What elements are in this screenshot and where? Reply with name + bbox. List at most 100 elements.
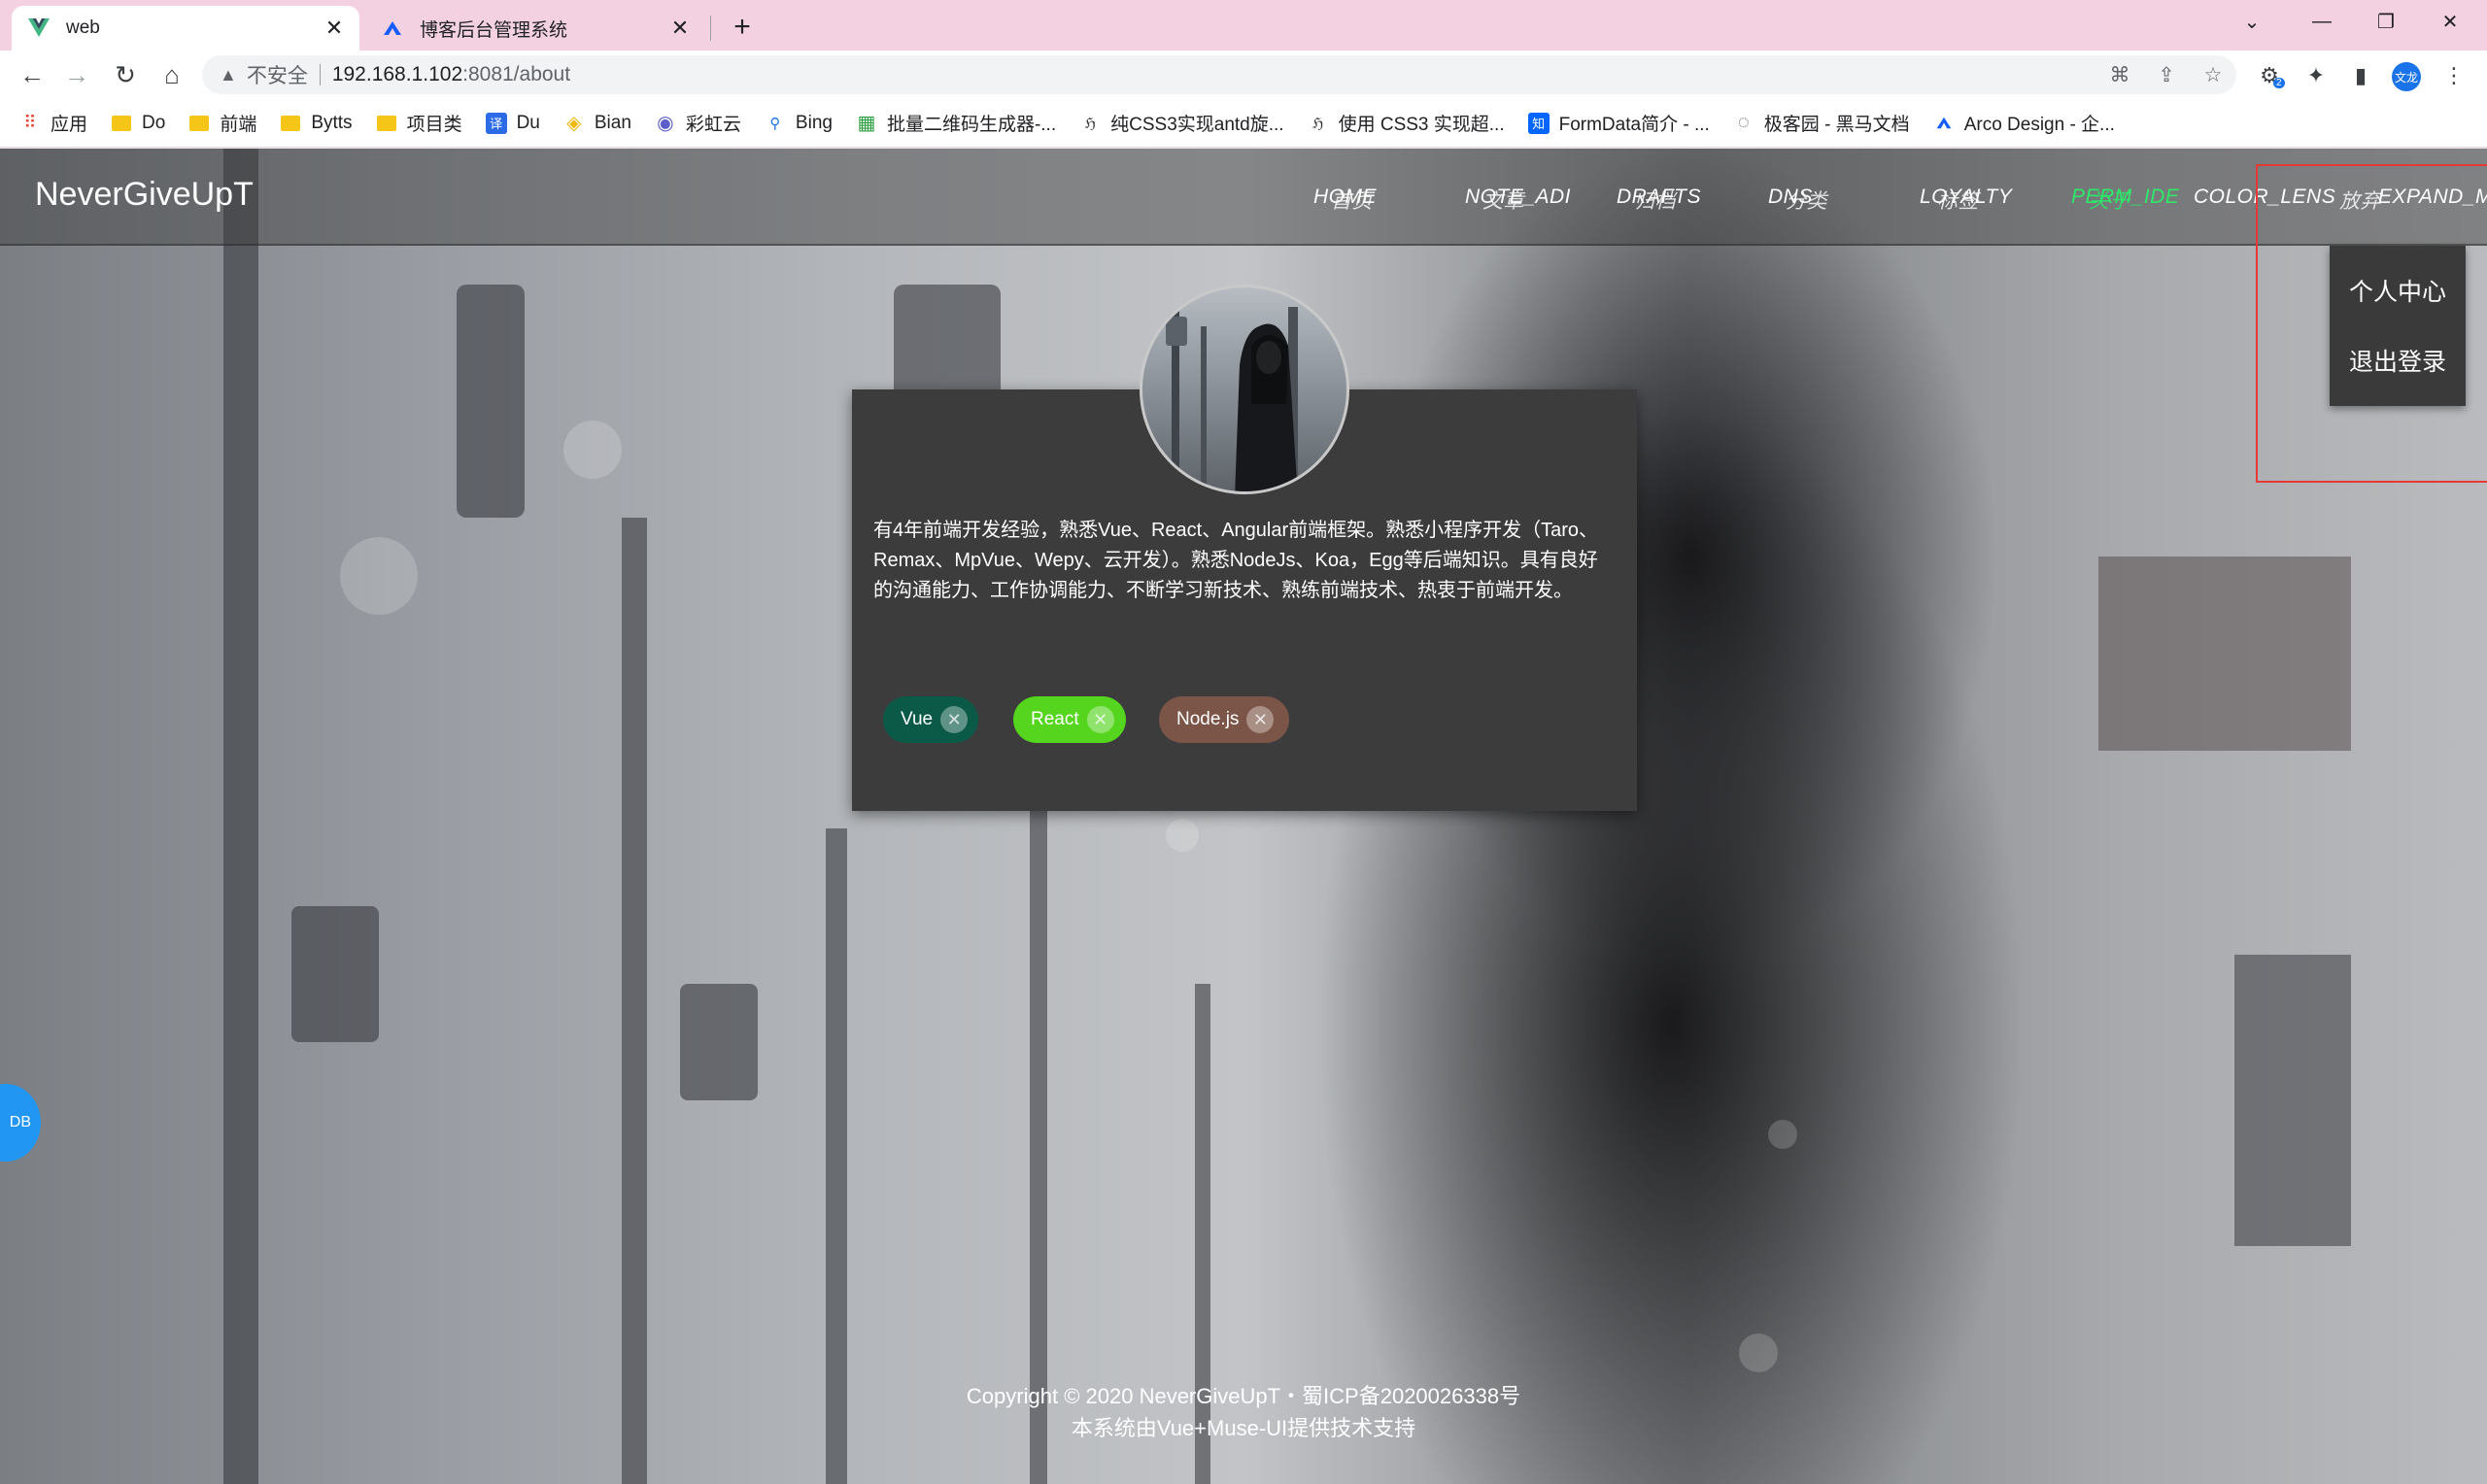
menu-item-logout[interactable]: 退出登录 bbox=[2330, 325, 2466, 395]
chip-delete-icon[interactable]: ✕ bbox=[1246, 706, 1275, 733]
profile-avatar bbox=[1140, 285, 1349, 494]
tab-title: 博客后台管理系统 bbox=[420, 19, 568, 41]
nav-about[interactable]: PERM_IDE 关于 bbox=[2071, 186, 2179, 213]
chip-delete-icon[interactable]: ✕ bbox=[940, 706, 969, 733]
translate-icon[interactable]: ⌘ bbox=[2096, 63, 2143, 87]
bookmark-css3-super[interactable]: ℌ 使用 CSS3 实现超... bbox=[1308, 110, 1505, 136]
bookmark-label: 彩虹云 bbox=[685, 115, 741, 135]
app-header: NeverGiveUpT HOME 首页 NOTE_ADI 文章 DRAFTS 归档 … bbox=[0, 149, 2487, 483]
tab-search-icon[interactable]: ⌄ bbox=[2221, 0, 2283, 43]
bookmark-label: 批量二维码生成器-... bbox=[886, 115, 1057, 135]
bookmark-label: 前端 bbox=[220, 115, 257, 135]
home-icon[interactable]: ⌂ bbox=[153, 56, 190, 93]
forward-icon[interactable]: → bbox=[58, 56, 95, 93]
tab-web[interactable]: web ✕ bbox=[12, 6, 359, 51]
rainbow-cloud-icon: ◉ bbox=[657, 113, 674, 134]
bookmark-arco[interactable]: Arco Design - 企... bbox=[1933, 110, 2115, 136]
page-viewport: NeverGiveUpT HOME 首页 NOTE_ADI 文章 DRAFTS 归档 … bbox=[0, 149, 2487, 1484]
tag-chip-nodejs[interactable]: Node.js ✕ bbox=[1159, 696, 1289, 743]
menu-item-profile[interactable]: 个人中心 bbox=[2330, 255, 2466, 325]
bookmark-geek[interactable]: ◌ 极客园 - 黑马文档 bbox=[1733, 110, 1910, 136]
nav-loyalty[interactable]: LOYALTY 标签 bbox=[1920, 186, 2012, 213]
browser-tab-bar: web ✕ 博客后台管理系统 ✕ + ⌄ — ❐ ✕ bbox=[0, 0, 2487, 51]
site-footer: Copyright © 2020 NeverGiveUpT・蜀ICP备20200… bbox=[0, 1380, 2487, 1444]
arco-icon bbox=[1933, 113, 1955, 134]
tag-chip-vue[interactable]: Vue ✕ bbox=[883, 696, 978, 743]
close-icon[interactable]: ✕ bbox=[666, 15, 694, 42]
bookmark-rainbow[interactable]: ◉ 彩虹云 bbox=[655, 110, 741, 136]
browser-toolbar: ← → ↻ ⌂ ▲ 不安全 192.168.1.102 :8081/about … bbox=[0, 51, 2487, 99]
bookmark-label: 极客园 - 黑马文档 bbox=[1763, 115, 1910, 135]
bookmark-label: Bian bbox=[594, 112, 631, 133]
binance-icon: ◈ bbox=[566, 113, 582, 134]
profile-avatar-icon[interactable]: 文龙 bbox=[2392, 62, 2421, 91]
back-icon[interactable]: ← bbox=[14, 56, 51, 93]
apps-grid-icon: ⠿ bbox=[23, 113, 37, 132]
more-menu-icon[interactable]: ⋮ bbox=[2438, 60, 2470, 91]
bookmark-frontend[interactable]: 前端 bbox=[188, 110, 256, 136]
bookmark-apps[interactable]: ⠿ 应用 bbox=[19, 110, 87, 136]
new-tab-icon[interactable]: + bbox=[725, 10, 760, 45]
extension-badge: 2 bbox=[2273, 78, 2285, 88]
bookmark-label: 应用 bbox=[51, 115, 88, 135]
chip-delete-icon[interactable]: ✕ bbox=[1086, 706, 1114, 733]
copyright-text: Copyright © 2020 NeverGiveUpT・蜀ICP备20200… bbox=[966, 1384, 1521, 1408]
user-dropdown-menu: 个人中心 退出登录 bbox=[2330, 246, 2466, 406]
tab-title: web bbox=[66, 17, 100, 38]
address-bar[interactable]: ▲ 不安全 192.168.1.102 :8081/about ⌘ ⇪ ☆ bbox=[202, 55, 2236, 94]
close-icon[interactable]: ✕ bbox=[321, 15, 348, 42]
tag-label: Node.js bbox=[1176, 709, 1240, 729]
bookmark-css3-antd[interactable]: ℌ 纯CSS3实现antd旋... bbox=[1079, 110, 1283, 136]
tag-chip-react[interactable]: React ✕ bbox=[1013, 696, 1126, 743]
nav-drafts[interactable]: DRAFTS 归档 bbox=[1617, 186, 1701, 213]
bookmark-star-icon[interactable]: ☆ bbox=[2190, 63, 2236, 87]
puzzle-icon[interactable]: ✦ bbox=[2300, 60, 2332, 91]
address-divider bbox=[319, 64, 321, 85]
folder-icon bbox=[376, 113, 397, 134]
site-brand[interactable]: NeverGiveUpT bbox=[35, 176, 254, 214]
bookmark-do[interactable]: Do bbox=[111, 113, 165, 134]
bookmark-bian[interactable]: ◈ Bian bbox=[563, 112, 631, 135]
minimize-icon[interactable]: — bbox=[2291, 0, 2353, 43]
bookmark-label: Arco Design - 企... bbox=[1963, 115, 2115, 135]
nav-overlay-label: 分类 bbox=[1786, 190, 1827, 213]
bookmark-label: FormData简介 - ... bbox=[1558, 115, 1710, 135]
qrcode-icon: ▦ bbox=[857, 113, 876, 134]
window-close-icon[interactable]: ✕ bbox=[2419, 0, 2481, 43]
bookmark-qrcode[interactable]: ▦ 批量二维码生成器-... bbox=[856, 110, 1057, 136]
nav-overlay-label: 归档 bbox=[1634, 190, 1676, 213]
bookmarks-bar: ⠿ 应用 Do 前端 Bytts 项目类 译 Du ◈ Bian ◉ 彩虹云 ⚲ Bing… bbox=[0, 99, 2487, 148]
folder-icon bbox=[111, 113, 132, 134]
url-host: 192.168.1.102 bbox=[331, 63, 463, 85]
tab-admin[interactable]: 博客后台管理系统 ✕ bbox=[365, 6, 705, 51]
spinner-icon: ℌ bbox=[1312, 115, 1324, 132]
nav-notes[interactable]: NOTE_ADI 文章 bbox=[1465, 186, 1571, 213]
insecure-label: 不安全 bbox=[246, 65, 308, 87]
bookmark-projects[interactable]: 项目类 bbox=[376, 110, 462, 136]
nav-overlay-label: 文章 bbox=[1482, 190, 1524, 213]
share-icon[interactable]: ⇪ bbox=[2143, 63, 2190, 87]
arco-icon bbox=[381, 17, 404, 40]
nav-home[interactable]: HOME 首页 bbox=[1313, 186, 1377, 213]
bookmark-bing[interactable]: ⚲ Bing bbox=[765, 113, 833, 134]
nav-overlay-label: 标签 bbox=[1937, 190, 1979, 213]
nav-overlay-label: 关于 bbox=[2089, 190, 2130, 213]
folder-icon bbox=[280, 113, 301, 134]
floating-side-button[interactable]: DB bbox=[0, 1084, 41, 1162]
bookmark-bytts[interactable]: Bytts bbox=[280, 113, 353, 134]
bookmark-label: Do bbox=[142, 112, 166, 133]
zhihu-icon: 知 bbox=[1527, 112, 1550, 134]
side-panel-icon[interactable]: ▮ bbox=[2345, 60, 2376, 91]
restore-icon[interactable]: ❐ bbox=[2355, 0, 2417, 43]
nav-dns[interactable]: DNS 分类 bbox=[1768, 186, 1827, 213]
bookmark-formdata[interactable]: 知 FormData简介 - ... bbox=[1527, 110, 1710, 136]
bookmark-label: 项目类 bbox=[406, 115, 462, 135]
tab-divider bbox=[710, 16, 711, 41]
translate-icon: 译 bbox=[485, 112, 507, 134]
bookmark-du[interactable]: 译 Du bbox=[485, 112, 540, 134]
warning-icon: ▲ bbox=[220, 64, 237, 84]
folder-icon bbox=[188, 113, 210, 134]
search-icon: ⚲ bbox=[769, 115, 781, 132]
bookmark-label: 使用 CSS3 实现超... bbox=[1338, 115, 1505, 135]
reload-icon[interactable]: ↻ bbox=[107, 56, 144, 93]
